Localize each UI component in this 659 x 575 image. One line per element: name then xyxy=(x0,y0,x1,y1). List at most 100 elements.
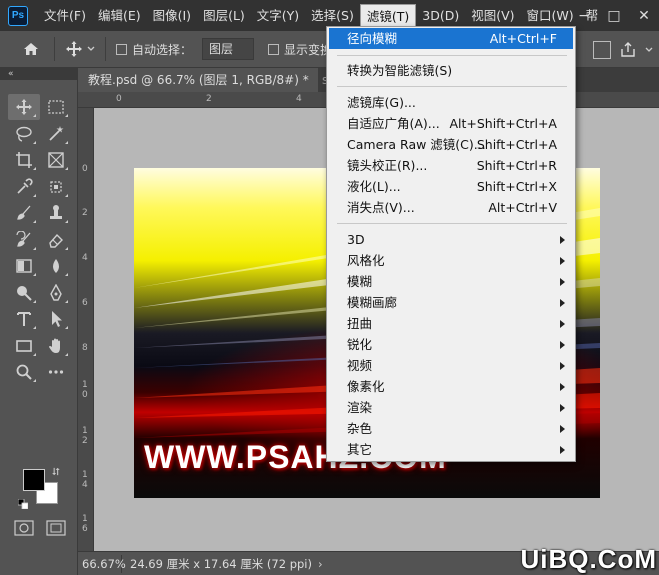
history-brush-tool-icon[interactable] xyxy=(8,227,40,253)
menu-item-label: Camera Raw 滤镜(C)... xyxy=(347,137,486,152)
filter-menu-item[interactable]: 自适应广角(A)... Alt+Shift+Ctrl+A xyxy=(329,113,573,134)
filter-menu-item[interactable]: 3D xyxy=(329,229,573,250)
ruler-tick: 6 xyxy=(82,524,88,534)
options-right-group xyxy=(593,31,659,68)
eyedropper-tool-icon[interactable] xyxy=(8,174,40,200)
default-colors-icon[interactable] xyxy=(18,499,28,509)
options-separator xyxy=(54,37,55,61)
panel-collapse-button[interactable]: « xyxy=(0,68,78,80)
submenu-arrow-icon xyxy=(560,299,565,307)
quick-mask-icon[interactable] xyxy=(14,520,34,536)
tool-grid xyxy=(8,94,72,386)
zoom-tool-icon[interactable] xyxy=(8,359,40,385)
menu-item-shortcut: Alt+Shift+Ctrl+A xyxy=(449,116,557,131)
artboard-tool-icon[interactable] xyxy=(40,94,72,120)
menu-3d[interactable]: 3D(D) xyxy=(416,4,465,28)
filter-menu-item[interactable]: 径向模糊 Alt+Ctrl+F xyxy=(329,28,573,49)
submenu-arrow-icon xyxy=(560,257,565,265)
mores-tool-icon[interactable] xyxy=(40,359,72,385)
menu-image[interactable]: 图像(I) xyxy=(147,4,197,28)
status-arrow-icon[interactable]: › xyxy=(318,557,323,571)
filter-menu-item[interactable]: Camera Raw 滤镜(C)... Shift+Ctrl+A xyxy=(329,134,573,155)
align-icon[interactable] xyxy=(593,40,611,59)
submenu-arrow-icon xyxy=(560,320,565,328)
menu-item-label: 模糊画廊 xyxy=(347,295,398,310)
filter-menu-item[interactable]: 液化(L)... Shift+Ctrl+X xyxy=(329,176,573,197)
move-tool-preset[interactable] xyxy=(65,40,95,58)
ruler-tick: 8 xyxy=(82,343,88,353)
menu-item-label: 扭曲 xyxy=(347,316,373,331)
menu-item-shortcut: Shift+Ctrl+X xyxy=(476,179,557,194)
rectangle-tool-icon[interactable] xyxy=(8,333,40,359)
move-tool-icon[interactable] xyxy=(8,94,40,120)
filter-menu-item[interactable]: 渲染 xyxy=(329,397,573,418)
menu-view[interactable]: 视图(V) xyxy=(465,4,520,28)
menu-type[interactable]: 文字(Y) xyxy=(251,4,305,28)
menu-layer[interactable]: 图层(L) xyxy=(197,4,251,28)
filter-menu-item[interactable]: 滤镜库(G)... xyxy=(329,92,573,113)
chevron-down-icon xyxy=(87,46,95,51)
pen-tool-icon[interactable] xyxy=(40,280,72,306)
filter-menu-item[interactable]: 模糊 xyxy=(329,271,573,292)
crop-tool-icon[interactable] xyxy=(8,147,40,173)
zoom-level[interactable]: 66.67% xyxy=(78,554,126,573)
menu-separator xyxy=(337,55,567,56)
lasso-tool-icon[interactable] xyxy=(8,121,40,147)
submenu-arrow-icon xyxy=(560,278,565,286)
blur-tool-icon[interactable] xyxy=(40,253,72,279)
menu-item-label: 自适应广角(A)... xyxy=(347,116,440,131)
filter-menu-item[interactable]: 扭曲 xyxy=(329,313,573,334)
tab-document[interactable]: 教程.psd @ 66.7% (图层 1, RGB/8#) * xyxy=(78,68,318,92)
swap-colors-icon[interactable]: ⮃ xyxy=(52,467,60,478)
screen-mode-icon[interactable] xyxy=(46,520,66,536)
share-icon[interactable] xyxy=(619,41,637,59)
filter-menu-item[interactable]: 消失点(V)... Alt+Ctrl+V xyxy=(329,197,573,218)
auto-select-dropdown[interactable]: 图层 xyxy=(202,38,255,60)
document-info: 24.69 厘米 x 17.64 厘米 (72 ppi) xyxy=(130,556,312,571)
menu-select[interactable]: 选择(S) xyxy=(305,4,360,28)
dodge-tool-icon[interactable] xyxy=(8,280,40,306)
menu-file[interactable]: 文件(F) xyxy=(38,4,92,28)
filter-menu-item[interactable]: 转换为智能滤镜(S) xyxy=(329,60,573,81)
filter-menu-item[interactable]: 模糊画廊 xyxy=(329,292,573,313)
menu-item-label: 像素化 xyxy=(347,379,385,394)
path-selection-tool-icon[interactable] xyxy=(40,306,72,332)
menu-filter[interactable]: 滤镜(T) xyxy=(359,3,417,28)
minimize-button[interactable]: − xyxy=(569,8,599,24)
chevron-down-icon[interactable] xyxy=(645,47,653,53)
filter-menu-item[interactable]: 杂色 xyxy=(329,418,573,439)
hand-tool-icon[interactable] xyxy=(40,333,72,359)
filter-menu-item[interactable]: 其它 xyxy=(329,439,573,460)
menu-item-shortcut: Shift+Ctrl+R xyxy=(476,158,557,173)
menu-item-label: 滤镜库(G)... xyxy=(347,95,416,110)
photoshop-window: Ps 文件(F) 编辑(E) 图像(I) 图层(L) 文字(Y) 选择(S) 滤… xyxy=(0,0,659,575)
filter-menu-item[interactable]: 风格化 xyxy=(329,250,573,271)
eraser-tool-icon[interactable] xyxy=(40,227,72,253)
show-transform-checkbox[interactable] xyxy=(268,43,280,55)
ruler-tick: 0 xyxy=(116,94,122,104)
close-button[interactable]: ✕ xyxy=(629,8,659,24)
ruler-tick: 1 xyxy=(82,470,88,480)
magic-wand-tool-icon[interactable] xyxy=(40,121,72,147)
home-icon[interactable] xyxy=(18,36,44,62)
menu-edit[interactable]: 编辑(E) xyxy=(92,4,147,28)
ruler-tick: 2 xyxy=(206,94,212,104)
ruler-tick: 0 xyxy=(82,390,88,400)
auto-select-checkbox[interactable] xyxy=(116,43,127,55)
foreground-color-swatch[interactable] xyxy=(23,469,45,491)
filter-menu-item[interactable]: 像素化 xyxy=(329,376,573,397)
brush-tool-icon[interactable] xyxy=(8,200,40,226)
filter-menu-item[interactable]: 视频 xyxy=(329,355,573,376)
maximize-button[interactable]: □ xyxy=(599,8,629,24)
type-tool-icon[interactable] xyxy=(8,306,40,332)
filter-menu-item[interactable]: 锐化 xyxy=(329,334,573,355)
clone-stamp-tool-icon[interactable] xyxy=(40,200,72,226)
gradient-tool-icon[interactable] xyxy=(8,253,40,279)
ruler-tick: 2 xyxy=(82,208,88,218)
object-selection-tool-icon[interactable] xyxy=(40,174,72,200)
filter-menu-item[interactable]: 镜头校正(R)... Shift+Ctrl+R xyxy=(329,155,573,176)
submenu-arrow-icon xyxy=(560,425,565,433)
tools-panel: ⮃ xyxy=(0,80,78,575)
show-transform-label: 显示变换 xyxy=(284,42,333,57)
frame-tool-icon[interactable] xyxy=(40,147,72,173)
